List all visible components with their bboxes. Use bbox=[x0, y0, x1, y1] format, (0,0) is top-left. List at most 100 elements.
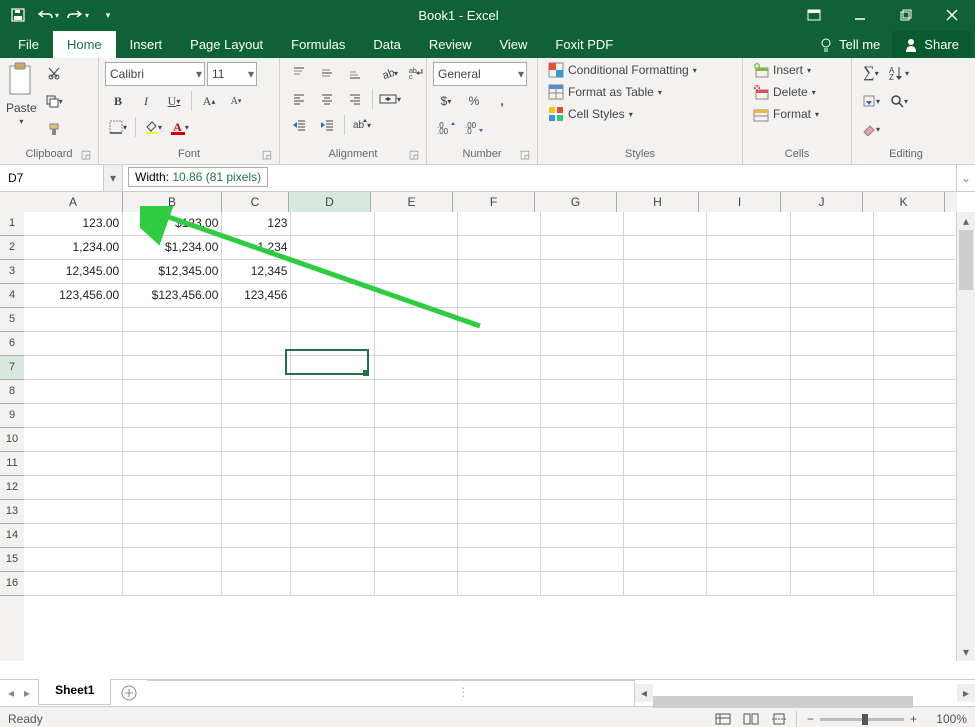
cell-F2[interactable] bbox=[458, 236, 541, 259]
cell-I10[interactable] bbox=[707, 428, 790, 451]
zoom-level[interactable]: 100% bbox=[925, 712, 967, 726]
cell-H15[interactable] bbox=[624, 548, 707, 571]
cell-E11[interactable] bbox=[375, 452, 458, 475]
cell-I12[interactable] bbox=[707, 476, 790, 499]
row-header-10[interactable]: 10 bbox=[0, 428, 24, 452]
cell-C15[interactable] bbox=[222, 548, 291, 571]
cell-G9[interactable] bbox=[541, 404, 624, 427]
cell-K14[interactable] bbox=[874, 524, 957, 547]
cell-B13[interactable] bbox=[123, 500, 222, 523]
cell-F10[interactable] bbox=[458, 428, 541, 451]
row-header-12[interactable]: 12 bbox=[0, 476, 24, 500]
cell-F3[interactable] bbox=[458, 260, 541, 283]
cell-K12[interactable] bbox=[874, 476, 957, 499]
row-headers[interactable]: 12345678910111213141516 bbox=[0, 212, 25, 661]
cell-B2[interactable]: $1,234.00 bbox=[123, 236, 222, 259]
increase-indent-button[interactable] bbox=[314, 114, 340, 136]
cell-F5[interactable] bbox=[458, 308, 541, 331]
cell-E5[interactable] bbox=[375, 308, 458, 331]
cell-J3[interactable] bbox=[791, 260, 874, 283]
cell-B1[interactable]: $123.00 bbox=[123, 212, 222, 235]
cell-E3[interactable] bbox=[375, 260, 458, 283]
cell-E7[interactable] bbox=[375, 356, 458, 379]
number-dialog-button[interactable]: ◲ bbox=[519, 148, 531, 160]
cell-H2[interactable] bbox=[624, 236, 707, 259]
cell-C14[interactable] bbox=[222, 524, 291, 547]
cell-H8[interactable] bbox=[624, 380, 707, 403]
font-color-button[interactable]: A▾ bbox=[168, 116, 194, 138]
format-cells-button[interactable]: Format▾ bbox=[749, 106, 845, 122]
cell-D3[interactable] bbox=[291, 260, 374, 283]
cell-G13[interactable] bbox=[541, 500, 624, 523]
number-format-combo[interactable]: General▾ bbox=[433, 62, 527, 86]
undo-button[interactable]: ▾ bbox=[36, 3, 60, 27]
column-headers[interactable]: ABCDEFGHIJK bbox=[24, 192, 957, 213]
cell-J5[interactable] bbox=[791, 308, 874, 331]
cell-E4[interactable] bbox=[375, 284, 458, 307]
cell-I3[interactable] bbox=[707, 260, 790, 283]
cell-I6[interactable] bbox=[707, 332, 790, 355]
cell-E6[interactable] bbox=[375, 332, 458, 355]
cell-K6[interactable] bbox=[874, 332, 957, 355]
cell-F15[interactable] bbox=[458, 548, 541, 571]
col-header-I[interactable]: I bbox=[699, 192, 781, 212]
cell-D11[interactable] bbox=[291, 452, 374, 475]
cell-H4[interactable] bbox=[624, 284, 707, 307]
tab-insert[interactable]: Insert bbox=[116, 31, 177, 58]
cell-A8[interactable] bbox=[24, 380, 123, 403]
cell-F9[interactable] bbox=[458, 404, 541, 427]
cell-F8[interactable] bbox=[458, 380, 541, 403]
col-header-F[interactable]: F bbox=[453, 192, 535, 212]
cell-H1[interactable] bbox=[624, 212, 707, 235]
cell-K7[interactable] bbox=[874, 356, 957, 379]
save-button[interactable] bbox=[6, 3, 30, 27]
cell-A15[interactable] bbox=[24, 548, 123, 571]
font-name-combo[interactable]: Calibri▾ bbox=[105, 62, 205, 86]
cell-I7[interactable] bbox=[707, 356, 790, 379]
cell-A6[interactable] bbox=[24, 332, 123, 355]
row-header-9[interactable]: 9 bbox=[0, 404, 24, 428]
cell-E12[interactable] bbox=[375, 476, 458, 499]
cell-G6[interactable] bbox=[541, 332, 624, 355]
row-header-7[interactable]: 7 bbox=[0, 356, 24, 380]
col-header-G[interactable]: G bbox=[535, 192, 617, 212]
cell-J15[interactable] bbox=[791, 548, 874, 571]
row-header-6[interactable]: 6 bbox=[0, 332, 24, 356]
decrease-indent-button[interactable] bbox=[286, 114, 312, 136]
cell-J7[interactable] bbox=[791, 356, 874, 379]
comma-format-button[interactable]: , bbox=[489, 90, 515, 112]
cell-I15[interactable] bbox=[707, 548, 790, 571]
col-header-J[interactable]: J bbox=[781, 192, 863, 212]
cell-H3[interactable] bbox=[624, 260, 707, 283]
find-select-button[interactable]: ▾ bbox=[886, 90, 912, 112]
cell-styles-button[interactable]: Cell Styles▾ bbox=[544, 106, 736, 122]
tab-review[interactable]: Review bbox=[415, 31, 486, 58]
cell-C7[interactable] bbox=[222, 356, 291, 379]
tab-foxit-pdf[interactable]: Foxit PDF bbox=[541, 31, 627, 58]
cell-H16[interactable] bbox=[624, 572, 707, 595]
cell-C12[interactable] bbox=[222, 476, 291, 499]
scroll-right-button[interactable]: ▸ bbox=[957, 684, 975, 702]
cell-D6[interactable] bbox=[291, 332, 374, 355]
cell-A9[interactable] bbox=[24, 404, 123, 427]
cell-E10[interactable] bbox=[375, 428, 458, 451]
vscroll-thumb[interactable] bbox=[959, 230, 973, 290]
cell-H14[interactable] bbox=[624, 524, 707, 547]
format-as-table-button[interactable]: Format as Table▾ bbox=[544, 84, 736, 100]
cell-I4[interactable] bbox=[707, 284, 790, 307]
cell-J12[interactable] bbox=[791, 476, 874, 499]
cell-A5[interactable] bbox=[24, 308, 123, 331]
cell-G4[interactable] bbox=[541, 284, 624, 307]
cell-C6[interactable] bbox=[222, 332, 291, 355]
zoom-thumb[interactable] bbox=[862, 714, 868, 725]
cell-B9[interactable] bbox=[123, 404, 222, 427]
cell-A4[interactable]: 123,456.00 bbox=[24, 284, 123, 307]
cell-B11[interactable] bbox=[123, 452, 222, 475]
cell-I13[interactable] bbox=[707, 500, 790, 523]
cell-C10[interactable] bbox=[222, 428, 291, 451]
col-header-C[interactable]: C bbox=[222, 192, 289, 212]
scroll-up-button[interactable]: ▴ bbox=[957, 212, 975, 230]
cell-F11[interactable] bbox=[458, 452, 541, 475]
cell-A2[interactable]: 1,234.00 bbox=[24, 236, 123, 259]
cell-D14[interactable] bbox=[291, 524, 374, 547]
